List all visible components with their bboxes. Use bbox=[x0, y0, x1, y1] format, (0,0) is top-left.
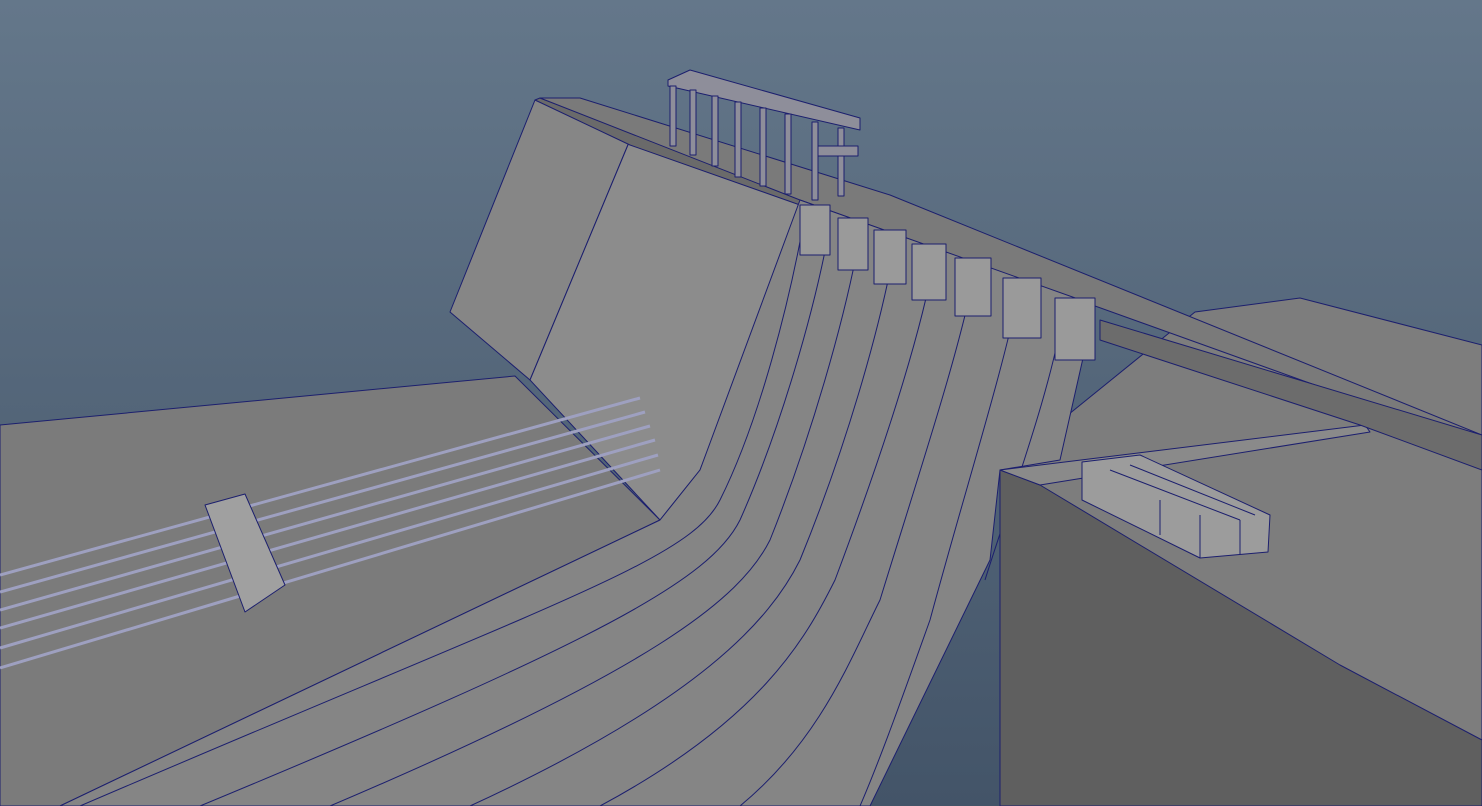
3d-viewport[interactable] bbox=[0, 0, 1482, 806]
dam-scene bbox=[0, 0, 1482, 806]
